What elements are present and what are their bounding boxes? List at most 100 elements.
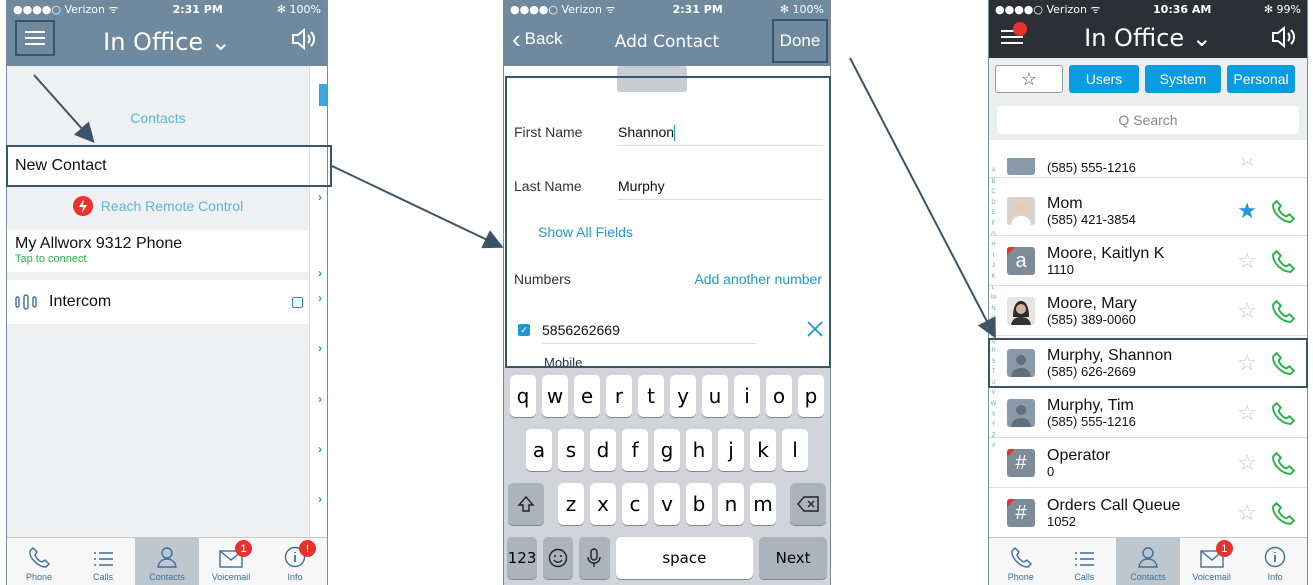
- key[interactable]: g: [654, 429, 680, 471]
- tab-contacts[interactable]: Contacts: [135, 538, 199, 585]
- microphone-icon: [587, 548, 602, 567]
- done-button[interactable]: Done: [772, 19, 828, 63]
- call-icon[interactable]: [1271, 501, 1295, 525]
- key[interactable]: m: [750, 483, 776, 525]
- emoji-key[interactable]: [543, 537, 574, 579]
- left-phone-screen: ●●●●○ Verizon ᯤ 2:31 PM ✻ 100% In Office…: [6, 0, 328, 585]
- arrow-done-to-contact-list: [849, 57, 996, 339]
- tab-info[interactable]: Info: [1243, 538, 1307, 585]
- intercom-item[interactable]: Intercom: [7, 280, 309, 324]
- tab-contacts[interactable]: Contacts: [1116, 538, 1180, 585]
- call-icon[interactable]: [1271, 299, 1295, 323]
- key[interactable]: n: [718, 483, 744, 525]
- speaker-icon[interactable]: [291, 28, 317, 50]
- key[interactable]: r: [606, 375, 632, 417]
- status-bar: ●●●●○ Verizon ᯤ 10:36 AM ✻ 99%: [989, 0, 1307, 18]
- battery: ✻ 100%: [276, 2, 321, 16]
- key[interactable]: o: [766, 375, 792, 417]
- key[interactable]: w: [542, 375, 568, 417]
- contact-row[interactable]: Moore, Mary (585) 389-0060 ☆: [989, 286, 1307, 336]
- carrier: ●●●●○ Verizon ᯤ: [13, 2, 119, 16]
- carrier: ●●●●○ Verizon ᯤ: [995, 2, 1101, 16]
- tab-calls[interactable]: Calls: [1053, 538, 1117, 585]
- key[interactable]: h: [686, 429, 712, 471]
- key[interactable]: t: [638, 375, 664, 417]
- avatar: [1007, 398, 1035, 427]
- avatar: [1007, 296, 1035, 325]
- tab-info[interactable]: Info!: [263, 538, 327, 585]
- tab-bar: Phone Calls Contacts Voicemail 1 Info: [989, 537, 1307, 585]
- call-icon[interactable]: [1271, 249, 1295, 273]
- key[interactable]: p: [798, 375, 824, 417]
- star-icon[interactable]: ☆: [1237, 500, 1257, 526]
- mic-key[interactable]: [579, 537, 610, 579]
- speaker-icon[interactable]: [1271, 26, 1297, 48]
- tab-voicemail[interactable]: Voicemail 1: [1180, 538, 1244, 585]
- shift-icon: [517, 495, 535, 512]
- keyboard: q w e r t y u i o p a s d f g h j k l z …: [504, 367, 830, 585]
- key[interactable]: d: [590, 429, 616, 471]
- contact-row[interactable]: # Orders Call Queue 1052 ☆: [989, 488, 1307, 538]
- key[interactable]: j: [718, 429, 744, 471]
- contact-row[interactable]: Murphy, Tim (585) 555-1216 ☆: [989, 388, 1307, 438]
- tab-phone[interactable]: Phone: [989, 538, 1053, 585]
- reach-remote-label: Reach Remote Control: [100, 198, 244, 214]
- star-icon[interactable]: ☆: [1237, 400, 1257, 426]
- contact-number: 1110: [1047, 261, 1074, 277]
- page-title[interactable]: In Office ⌄: [989, 24, 1307, 52]
- users-filter-button[interactable]: Users: [1069, 65, 1139, 93]
- nav-bar: In Office ⌄: [7, 18, 327, 66]
- key[interactable]: y: [670, 375, 696, 417]
- personal-filter-button[interactable]: Personal: [1227, 65, 1295, 93]
- tab-label: Info: [287, 572, 303, 582]
- star-icon[interactable]: ☆: [1237, 298, 1257, 324]
- key[interactable]: c: [622, 483, 648, 525]
- key[interactable]: z: [558, 483, 584, 525]
- key[interactable]: e: [574, 375, 600, 417]
- star-icon[interactable]: ☆: [1237, 158, 1257, 172]
- search-input[interactable]: Q Search: [997, 106, 1299, 134]
- contact-name: Operator: [1047, 446, 1111, 464]
- contact-row[interactable]: Mom (585) 421-3854 ★: [989, 186, 1307, 236]
- my-phone-item[interactable]: My Allworx 9312 Phone Tap to connect: [7, 230, 309, 272]
- key[interactable]: q: [510, 375, 536, 417]
- key[interactable]: x: [590, 483, 616, 525]
- tab-calls[interactable]: Calls: [71, 538, 135, 585]
- key[interactable]: i: [734, 375, 760, 417]
- emoji-icon: [549, 548, 568, 568]
- key[interactable]: k: [750, 429, 776, 471]
- key[interactable]: f: [622, 429, 648, 471]
- key[interactable]: a: [526, 429, 552, 471]
- reach-remote-control-item[interactable]: Reach Remote Control: [7, 190, 309, 222]
- keyboard-row-4: 123 space Next: [507, 537, 828, 579]
- contact-row[interactable]: a Moore, Kaitlyn K 1110 ☆: [989, 236, 1307, 286]
- call-icon[interactable]: [1271, 199, 1295, 223]
- page-title[interactable]: In Office ⌄: [7, 28, 327, 56]
- call-icon[interactable]: [1271, 401, 1295, 425]
- intercom-checkbox-icon[interactable]: [292, 296, 303, 308]
- star-icon[interactable]: ☆: [1237, 450, 1257, 476]
- nav-bar: ‹ Back Add Contact Done: [504, 18, 830, 66]
- tab-voicemail[interactable]: Voicemail 1: [199, 538, 263, 585]
- next-key[interactable]: Next: [759, 537, 828, 579]
- star-icon[interactable]: ☆: [1237, 248, 1257, 274]
- star-filled-icon[interactable]: ★: [1237, 198, 1257, 224]
- tab-phone[interactable]: Phone: [7, 538, 71, 585]
- key[interactable]: u: [702, 375, 728, 417]
- system-filter-button[interactable]: System: [1145, 65, 1221, 93]
- key[interactable]: l: [782, 429, 808, 471]
- key[interactable]: v: [654, 483, 680, 525]
- shift-key[interactable]: [508, 483, 544, 525]
- contact-row[interactable]: (585) 555-1216 ☆: [989, 158, 1307, 178]
- delete-key[interactable]: [790, 483, 826, 525]
- contact-row[interactable]: # Operator 0 ☆: [989, 438, 1307, 488]
- filter-bar: ☆ Users System Personal: [989, 58, 1307, 100]
- phone-icon: [29, 547, 50, 568]
- numbers-key[interactable]: 123: [507, 537, 538, 579]
- call-icon[interactable]: [1271, 451, 1295, 475]
- space-key[interactable]: space: [615, 537, 754, 579]
- favorites-filter-button[interactable]: ☆: [995, 65, 1063, 93]
- key[interactable]: b: [686, 483, 712, 525]
- key[interactable]: s: [558, 429, 584, 471]
- tab-label: Phone: [1007, 572, 1034, 582]
